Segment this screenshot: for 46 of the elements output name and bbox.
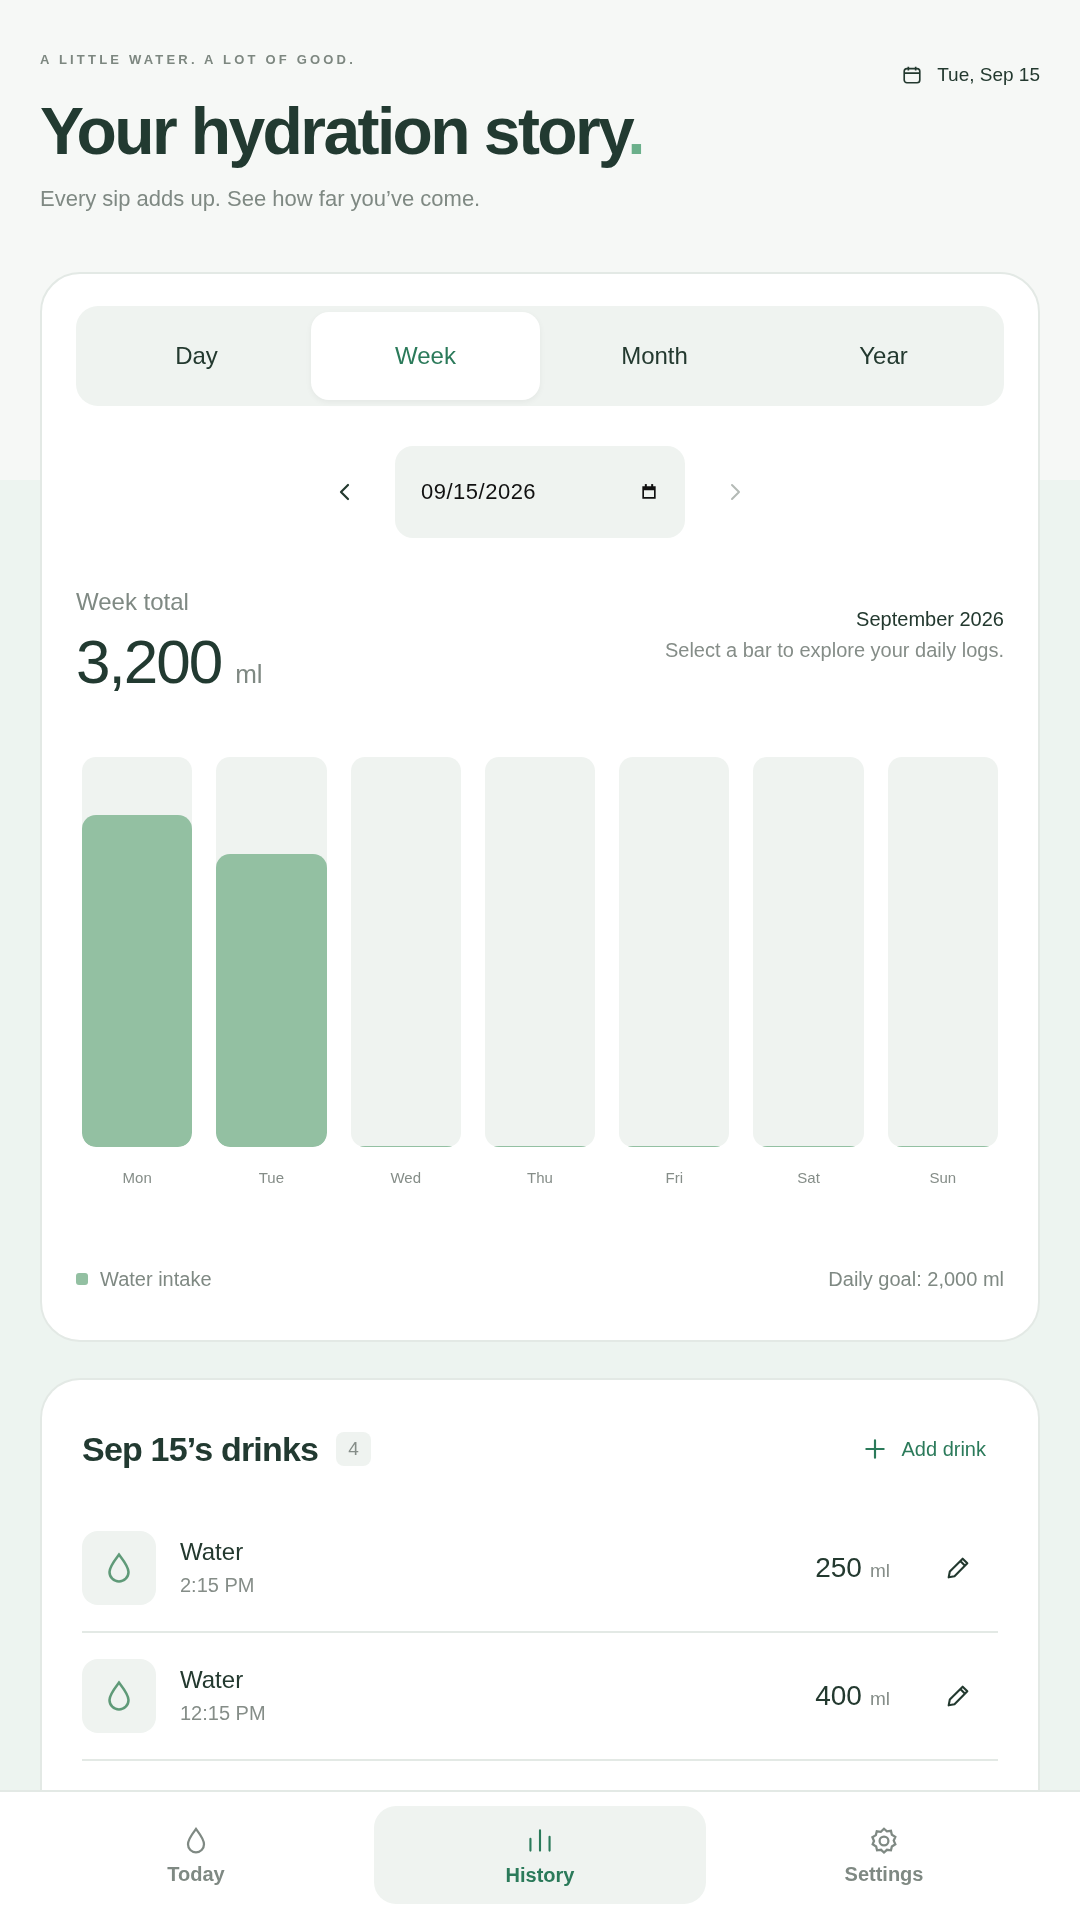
nav-tab[interactable]: Settings (718, 1806, 1050, 1904)
day-bar[interactable] (484, 756, 596, 1147)
hint-text: Select a bar to explore your daily logs. (664, 638, 1004, 662)
calendar-icon (639, 481, 659, 502)
nav-tab[interactable]: History (374, 1806, 706, 1904)
drink-name: Water (180, 1538, 245, 1567)
day-bar[interactable] (619, 756, 730, 1147)
day-bar[interactable] (350, 756, 461, 1147)
drink-amount: 400 (815, 1679, 862, 1712)
period-tab[interactable]: Day (82, 311, 311, 400)
drink-time: 2:15 PM (180, 1574, 256, 1598)
amount-unit: ml (869, 1559, 890, 1582)
month-label: September 2026 (855, 607, 1004, 631)
week-total-value: 3,200 (76, 625, 222, 697)
day-label: Wed (390, 1168, 421, 1186)
period-tab[interactable]: Month (540, 311, 769, 400)
day-bar[interactable] (887, 756, 998, 1147)
drinks-title: Sep 15’s drinks (82, 1429, 319, 1469)
week-total-label: Week total (76, 587, 190, 616)
unit-label: ml (235, 658, 263, 690)
daily-goal: Daily goal: 2,000 ml (828, 1267, 1004, 1291)
day-label: Mon (122, 1168, 152, 1186)
date-input[interactable]: 09/15/2026 (395, 445, 685, 538)
nav-tab[interactable]: Today (30, 1806, 362, 1904)
amount-unit: ml (869, 1687, 890, 1710)
period-tab[interactable]: Year (769, 311, 998, 400)
tagline: A LITTLE WATER. A LOT OF GOOD. (40, 52, 358, 67)
add-drink-button[interactable]: Add drink (849, 1436, 998, 1463)
page-title: Your hydration story. (40, 95, 644, 168)
day-label: Sat (797, 1168, 820, 1186)
current-date: Tue, Sep 15 (937, 64, 1040, 86)
day-bar[interactable] (216, 756, 327, 1147)
legend-label: Water intake (100, 1267, 212, 1291)
day-label: Sun (929, 1168, 957, 1186)
day-bar[interactable] (753, 756, 864, 1147)
drink-name: Water (180, 1666, 245, 1695)
day-bar[interactable] (82, 756, 193, 1147)
count-badge: 4 (336, 1432, 371, 1467)
drink-amount: 250 (815, 1551, 862, 1584)
day-label: Fri (665, 1168, 683, 1186)
drink-time: 12:15 PM (180, 1702, 267, 1726)
subtitle: Every sip adds up. See how far you’ve come. (40, 185, 482, 213)
calendar-icon (901, 64, 924, 86)
day-label: Tue (258, 1168, 285, 1186)
day-label: Thu (527, 1168, 553, 1186)
period-tab[interactable]: Week (311, 311, 540, 400)
